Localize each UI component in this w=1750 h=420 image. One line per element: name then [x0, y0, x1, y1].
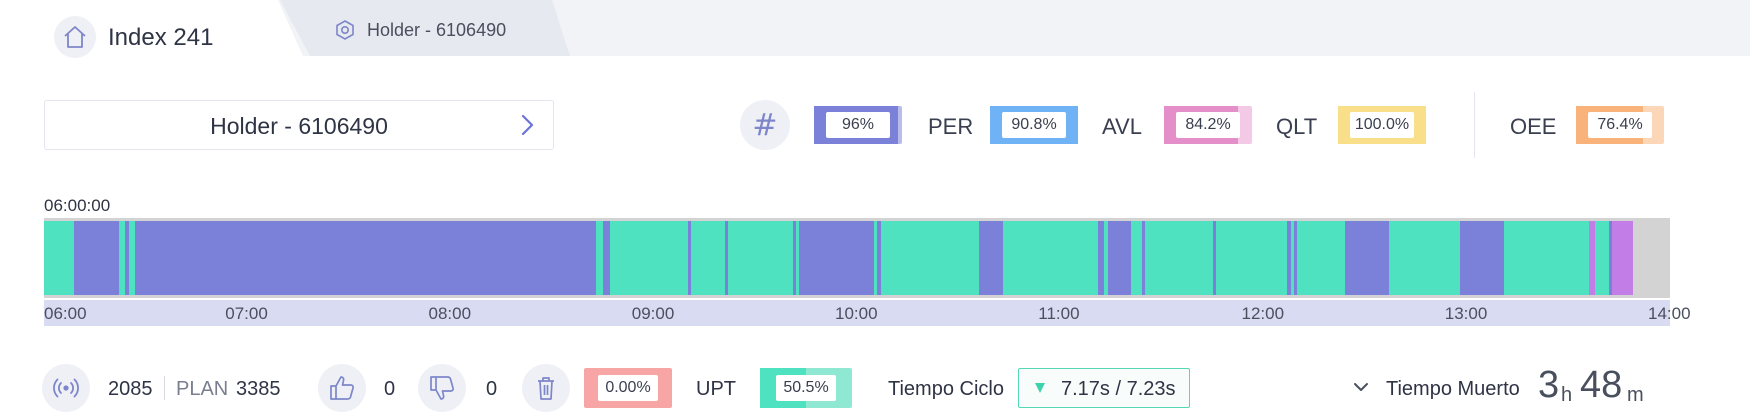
timeline-segment-run[interactable]	[728, 221, 793, 295]
timeline-segment-stop[interactable]	[74, 221, 119, 295]
good-parts-button[interactable]	[318, 364, 366, 412]
scrap-badge: 0.00%	[584, 368, 672, 408]
timeline-segment-run[interactable]	[596, 221, 603, 295]
count-divider	[164, 376, 165, 400]
timeline-segment-stop[interactable]	[1344, 221, 1389, 295]
trend-down-icon	[1035, 383, 1045, 393]
kpi-per-label: PER	[928, 114, 974, 139]
timeline-tick-label: 14:00	[1648, 304, 1691, 323]
cycle-time-label: Tiempo Ciclo	[888, 378, 1004, 400]
tab-home[interactable]: Index 241	[0, 0, 310, 72]
timeline-tick-label: 06:00	[44, 304, 87, 323]
timeline-segment-run[interactable]	[880, 221, 979, 295]
scrap-value: 0.00%	[598, 375, 658, 401]
timeline-segment-run[interactable]	[691, 221, 725, 295]
timeline-tick-label: 13:00	[1444, 304, 1488, 323]
timeline-segment-run[interactable]	[1144, 221, 1213, 295]
timeline-segment-other[interactable]	[1588, 221, 1596, 295]
timeline-tick-label: 09:00	[631, 304, 675, 323]
asset-selector[interactable]: Holder - 6106490	[44, 100, 554, 150]
timeline-segment-run[interactable]	[1216, 221, 1288, 295]
timeline-tick-label: 12:00	[1241, 304, 1285, 323]
upt-badge: 50.5%	[760, 368, 852, 408]
hash-icon: #	[752, 107, 778, 143]
timeline-segment-other[interactable]	[1612, 221, 1633, 295]
kpi-oee-value: 76.4%	[1588, 112, 1652, 138]
timeline-segment-run[interactable]	[1388, 221, 1460, 295]
trash-icon	[538, 377, 554, 400]
dead-time-minutes-unit: m	[1627, 384, 1644, 406]
timeline-segment-run[interactable]	[1297, 221, 1345, 295]
production-count: 2085	[108, 378, 153, 400]
production-timeline[interactable]	[44, 218, 1670, 298]
timeline-segment-run[interactable]	[44, 221, 75, 295]
kpi-performance-total-badge[interactable]: 96%	[814, 106, 902, 144]
home-icon	[64, 26, 86, 48]
upt-value: 50.5%	[776, 375, 836, 401]
timeline-segment-run[interactable]	[118, 221, 126, 295]
timeline-tick-label: 08:00	[428, 304, 472, 323]
timeline-segment-stop[interactable]	[1097, 221, 1105, 295]
timeline-segment-stop[interactable]	[1459, 221, 1504, 295]
tab-home-title: Index 241	[108, 24, 214, 51]
chevron-down-icon[interactable]	[1352, 378, 1370, 396]
thumbs-down-icon	[430, 376, 454, 400]
kpi-per-value: 90.8%	[1002, 112, 1066, 138]
dead-time-minutes: 48	[1580, 364, 1623, 406]
tab-holder-label[interactable]: Holder - 6106490	[367, 20, 506, 41]
kpi-avl-value: 84.2%	[1176, 112, 1240, 138]
good-parts-count: 0	[384, 378, 396, 400]
scrap-button[interactable]	[522, 364, 570, 412]
kpi-qlt-badge[interactable]: 100.0%	[1338, 106, 1426, 144]
timeline-segment-stop[interactable]	[135, 221, 597, 295]
timeline-segment-run[interactable]	[609, 221, 688, 295]
upt-label: UPT	[696, 378, 736, 400]
timeline-start-label: 06:00:00	[44, 196, 111, 215]
kpi-oee-badge[interactable]: 76.4%	[1576, 106, 1664, 144]
counter-hash-button[interactable]: #	[740, 100, 790, 150]
cycle-time-box[interactable]: 7.17s / 7.23s	[1018, 368, 1190, 408]
plan-value: 3385	[236, 378, 281, 400]
thumbs-up-icon	[330, 376, 354, 400]
timeline-segment-stop[interactable]	[1107, 221, 1132, 295]
cycle-time-value: 7.17s / 7.23s	[1061, 378, 1176, 400]
timeline-segment-run[interactable]	[1595, 221, 1610, 295]
bad-parts-count: 0	[486, 378, 498, 400]
plan-label: PLAN	[176, 378, 229, 400]
timeline-segment-run[interactable]	[1504, 221, 1589, 295]
dead-time-label: Tiempo Muerto	[1386, 378, 1520, 400]
kpi-qlt-label: QLT	[1276, 114, 1318, 139]
kpi-avl-badge[interactable]: 84.2%	[1164, 106, 1252, 144]
dead-time-hours: 3	[1538, 364, 1560, 406]
timeline-segment-run[interactable]	[128, 221, 136, 295]
kpi-oee-label: OEE	[1510, 114, 1557, 139]
bad-parts-button[interactable]	[418, 364, 466, 412]
timeline-tick-label: 07:00	[225, 304, 268, 323]
timeline-tick-label: 11:00	[1038, 304, 1080, 323]
kpi-avl-label: AVL	[1102, 114, 1142, 139]
header-divider	[1474, 92, 1475, 158]
kpi-qlt-value: 100.0%	[1350, 112, 1414, 138]
signal-button[interactable]	[42, 364, 90, 412]
timeline-segment-empty[interactable]	[1632, 218, 1670, 298]
chevron-right-icon	[521, 114, 534, 136]
dead-time-hours-unit: h	[1561, 384, 1573, 406]
timeline-segment-run[interactable]	[1131, 221, 1142, 295]
timeline-segment-stop[interactable]	[978, 221, 1003, 295]
hexagon-icon	[336, 20, 354, 40]
timeline-segment-stop[interactable]	[602, 221, 610, 295]
home-button[interactable]	[54, 16, 96, 58]
timeline-tick-label: 10:00	[835, 304, 878, 323]
kpi-performance-total-value: 96%	[826, 112, 890, 138]
kpi-per-badge[interactable]: 90.8%	[990, 106, 1078, 144]
timeline-segment-run[interactable]	[1002, 221, 1098, 295]
asset-selector-label: Holder - 6106490	[210, 113, 388, 139]
broadcast-icon	[53, 378, 79, 398]
timeline-segment-stop[interactable]	[799, 221, 874, 295]
